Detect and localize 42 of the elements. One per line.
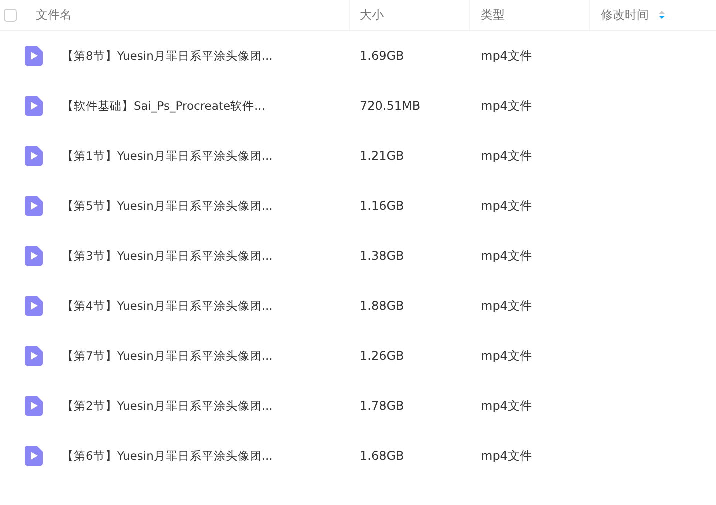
video-file-icon <box>25 46 43 66</box>
file-name[interactable]: 【第4节】Yuesin月罪日系平涂头像团... <box>62 298 273 314</box>
video-file-icon <box>25 396 43 416</box>
video-file-icon <box>25 296 43 316</box>
column-header[interactable]: 文件名 <box>25 0 350 30</box>
file-size: 1.26GB <box>360 349 404 363</box>
select-all-checkbox[interactable] <box>4 8 17 22</box>
file-name[interactable]: 【第5节】Yuesin月罪日系平涂头像团... <box>62 198 273 214</box>
file-size: 1.68GB <box>360 449 404 463</box>
file-type: mp4文件 <box>481 198 532 212</box>
file-name[interactable]: 【第6节】Yuesin月罪日系平涂头像团... <box>62 448 273 464</box>
column-header[interactable]: 类型 <box>470 0 590 30</box>
file-type: mp4文件 <box>481 348 532 362</box>
file-name[interactable]: 【第1节】Yuesin月罪日系平涂头像团... <box>62 148 273 164</box>
file-type: mp4文件 <box>481 448 532 462</box>
file-name[interactable]: 【第3节】Yuesin月罪日系平涂头像团... <box>62 248 273 264</box>
video-file-icon <box>25 446 43 466</box>
column-header[interactable]: 修改时间 <box>590 0 716 30</box>
video-file-icon <box>25 346 43 366</box>
file-type: mp4文件 <box>481 298 532 312</box>
file-type: mp4文件 <box>481 248 532 262</box>
video-file-icon <box>25 146 43 166</box>
file-name[interactable]: 【第8节】Yuesin月罪日系平涂头像团... <box>62 48 273 64</box>
file-type: mp4文件 <box>481 98 532 112</box>
file-size: 1.78GB <box>360 399 404 413</box>
file-size: 1.21GB <box>360 149 404 163</box>
file-size: 720.51MB <box>360 99 421 113</box>
file-name[interactable]: 【第7节】Yuesin月罪日系平涂头像团... <box>62 348 273 364</box>
file-size: 1.69GB <box>360 49 404 63</box>
video-file-icon <box>25 246 43 266</box>
file-name[interactable]: 【软件基础】Sai_Ps_Procreate软件... <box>62 98 266 114</box>
file-type: mp4文件 <box>481 398 532 412</box>
column-header[interactable]: 大小 <box>350 0 470 30</box>
file-type: mp4文件 <box>481 48 532 62</box>
file-size: 1.16GB <box>360 199 404 213</box>
sort-icon[interactable] <box>659 10 665 20</box>
file-name[interactable]: 【第2节】Yuesin月罪日系平涂头像团... <box>62 398 273 414</box>
video-file-icon <box>25 96 43 116</box>
file-type: mp4文件 <box>481 148 532 162</box>
file-size: 1.88GB <box>360 299 404 313</box>
file-size: 1.38GB <box>360 249 404 263</box>
video-file-icon <box>25 196 43 216</box>
